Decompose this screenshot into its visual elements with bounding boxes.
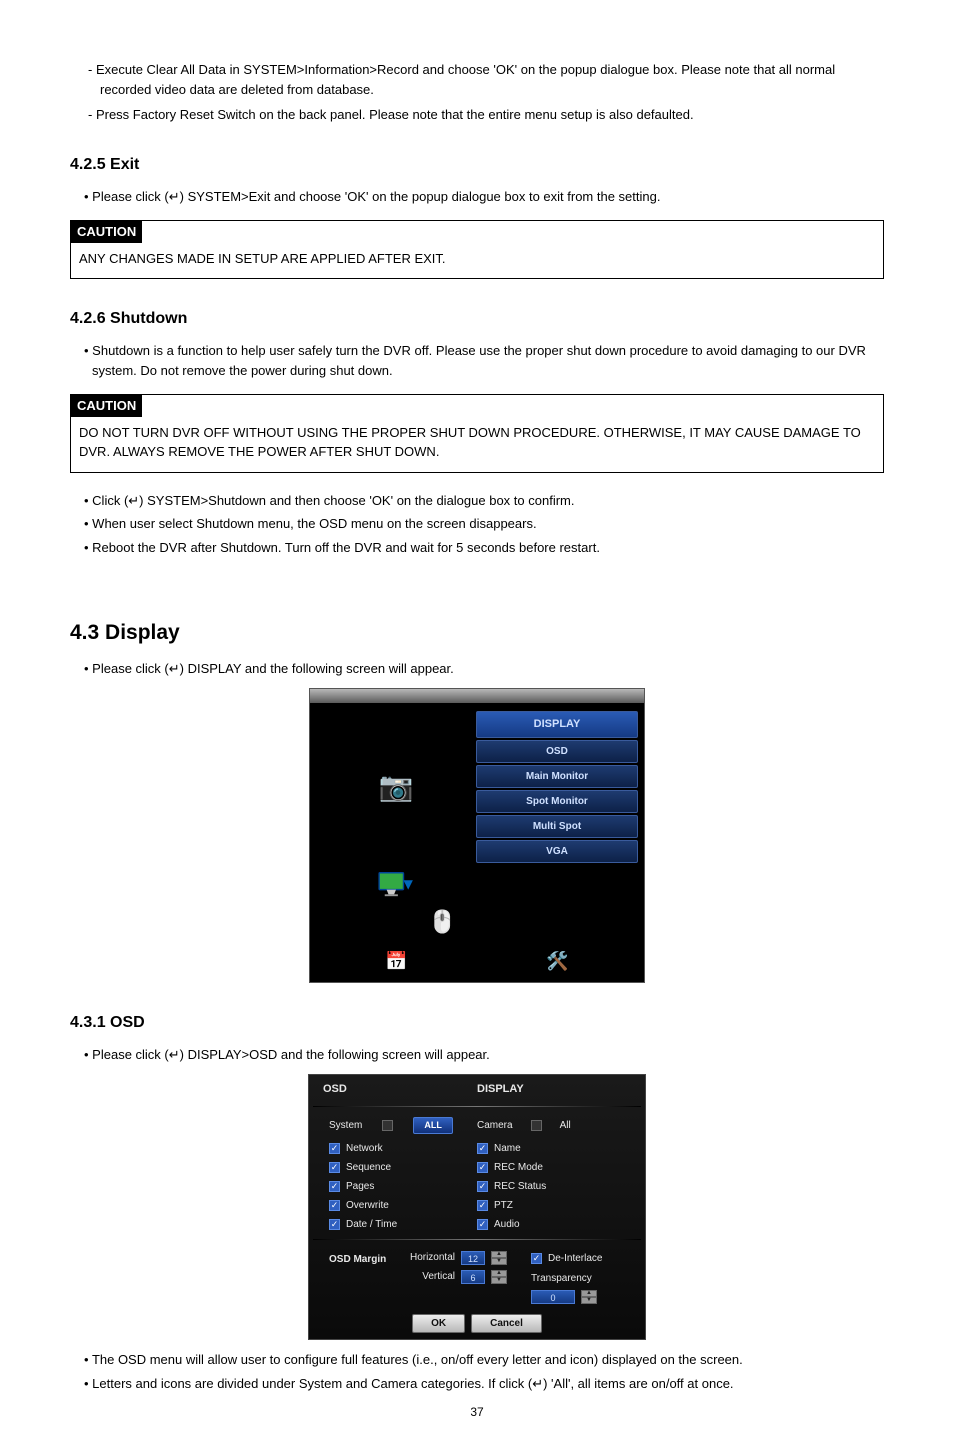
mouse-icon: 🖱️ [429, 905, 456, 938]
cb-pages[interactable]: ✓ [329, 1181, 340, 1192]
osd-all-button[interactable]: ALL [413, 1117, 453, 1135]
osd-screenshot: OSD DISPLAY System ALL Camera All ✓ Netwo… [308, 1074, 646, 1340]
caution-label: CAUTION [71, 221, 142, 243]
horiz-label: Horizontal [405, 1250, 455, 1265]
osd-camera-label: Camera [477, 1118, 513, 1133]
caution-body: ANY CHANGES MADE IN SETUP ARE APPLIED AF… [71, 243, 883, 279]
osd-camera-all-label: All [560, 1118, 571, 1133]
heading-425: 4.2.5 Exit [70, 153, 884, 177]
lbl-overwrite: Overwrite [346, 1198, 389, 1213]
dvr-menu-multi-spot[interactable]: Multi Spot [476, 815, 638, 838]
lbl-transparency: Transparency [531, 1271, 602, 1286]
vert-label: Vertical [405, 1269, 455, 1284]
dvr-menu-header[interactable]: DISPLAY [476, 711, 638, 738]
osd-margin-label: OSD Margin [329, 1250, 395, 1267]
dvr-display-screenshot: 📷 DISPLAY OSD Main Monitor Spot Monitor … [309, 688, 645, 983]
lbl-ptz: PTZ [494, 1198, 513, 1213]
para-426-2: Click (↵) SYSTEM>Shutdown and then choos… [70, 491, 884, 511]
cb-overwrite[interactable]: ✓ [329, 1200, 340, 1211]
lbl-network: Network [346, 1141, 383, 1156]
cb-audio[interactable]: ✓ [477, 1219, 488, 1230]
osd-camera-all-checkbox[interactable] [531, 1120, 542, 1131]
lbl-sequence: Sequence [346, 1160, 391, 1175]
cb-network[interactable]: ✓ [329, 1143, 340, 1154]
caution-label: CAUTION [71, 395, 142, 417]
camera-icon: 📷 [379, 766, 414, 808]
heading-426: 4.2.6 Shutdown [70, 307, 884, 331]
osd-system-label: System [329, 1118, 362, 1133]
horiz-spinner[interactable]: ▲▼ [491, 1251, 507, 1265]
cb-recmode[interactable]: ✓ [477, 1162, 488, 1173]
heading-431: 4.3.1 OSD [70, 1011, 884, 1035]
dvr-menu-spot-monitor[interactable]: Spot Monitor [476, 790, 638, 813]
lbl-recmode: REC Mode [494, 1160, 543, 1175]
dvr-menu-osd[interactable]: OSD [476, 740, 638, 763]
lbl-pages: Pages [346, 1179, 374, 1194]
para-426-4: Reboot the DVR after Shutdown. Turn off … [70, 538, 884, 558]
cb-deinterlace[interactable]: ✓ [531, 1253, 542, 1264]
para-426-3: When user select Shutdown menu, the OSD … [70, 514, 884, 534]
caution-box-426: CAUTION DO NOT TURN DVR OFF WITHOUT USIN… [70, 394, 884, 473]
para-431-1: Please click (↵) DISPLAY>OSD and the fol… [70, 1045, 884, 1065]
vert-spinner[interactable]: ▲▼ [491, 1270, 507, 1284]
intro-bullet-1: Execute Clear All Data in SYSTEM>Informa… [70, 60, 884, 99]
page-number: 37 [70, 1403, 884, 1421]
cb-recstatus[interactable]: ✓ [477, 1181, 488, 1192]
para-425-1: Please click (↵) SYSTEM>Exit and choose … [70, 187, 884, 207]
cb-datetime[interactable]: ✓ [329, 1219, 340, 1230]
para-43-1: Please click (↵) DISPLAY and the followi… [70, 659, 884, 679]
cb-name[interactable]: ✓ [477, 1143, 488, 1154]
lbl-name: Name [494, 1141, 521, 1156]
dvr-menu-vga[interactable]: VGA [476, 840, 638, 863]
para-431-2: The OSD menu will allow user to configur… [70, 1350, 884, 1370]
monitor-icon [377, 869, 415, 899]
osd-system-all-checkbox[interactable] [382, 1120, 393, 1131]
osd-title-mid: DISPLAY [477, 1081, 631, 1098]
osd-ok-button[interactable]: OK [412, 1314, 465, 1333]
vert-value[interactable]: 6 [461, 1270, 485, 1284]
tools-icon[interactable]: 🛠️ [542, 948, 574, 976]
osd-title-left: OSD [323, 1081, 477, 1098]
lbl-audio: Audio [494, 1217, 520, 1232]
cb-sequence[interactable]: ✓ [329, 1162, 340, 1173]
caution-body: DO NOT TURN DVR OFF WITHOUT USING THE PR… [71, 417, 883, 472]
calendar-icon[interactable]: 📅 [381, 948, 413, 976]
intro-bullet-2: Press Factory Reset Switch on the back p… [70, 105, 884, 125]
trans-value[interactable]: 0 [531, 1290, 575, 1304]
cb-ptz[interactable]: ✓ [477, 1200, 488, 1211]
trans-spinner[interactable]: ▲▼ [581, 1290, 597, 1304]
lbl-recstatus: REC Status [494, 1179, 546, 1194]
dvr-menu-main-monitor[interactable]: Main Monitor [476, 765, 638, 788]
para-431-3: Letters and icons are divided under Syst… [70, 1374, 884, 1394]
dvr-titlebar [310, 689, 644, 703]
horiz-value[interactable]: 12 [461, 1251, 485, 1265]
lbl-deinterlace: De-Interlace [548, 1251, 602, 1266]
para-426-1: Shutdown is a function to help user safe… [70, 341, 884, 380]
heading-43: 4.3 Display [70, 617, 884, 649]
caution-box-425: CAUTION ANY CHANGES MADE IN SETUP ARE AP… [70, 220, 884, 279]
osd-cancel-button[interactable]: Cancel [471, 1314, 542, 1333]
lbl-datetime: Date / Time [346, 1217, 397, 1232]
